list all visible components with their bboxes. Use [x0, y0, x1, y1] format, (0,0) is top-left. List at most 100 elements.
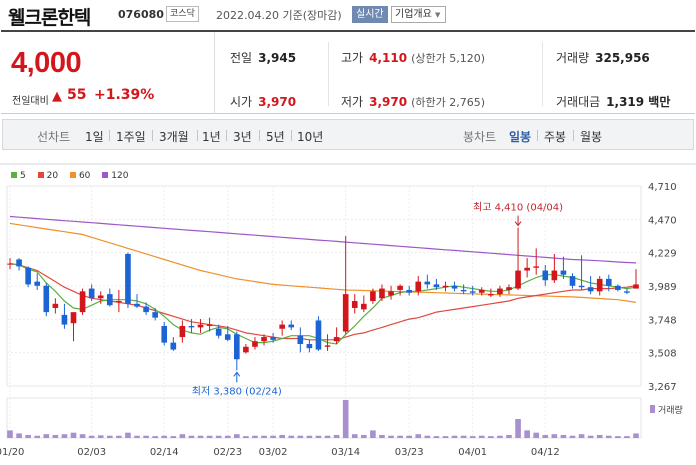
y-tick-label: 4,229 — [648, 249, 677, 260]
candle-body — [125, 253, 131, 304]
volume-bar — [379, 434, 385, 438]
candle-body — [342, 294, 349, 332]
candle-body — [25, 267, 31, 285]
volume-bar — [488, 436, 494, 438]
candle — [43, 283, 50, 317]
candle-body — [361, 303, 367, 310]
volume-bar — [424, 435, 431, 438]
candle — [70, 312, 77, 342]
candle — [243, 344, 249, 354]
candle-body — [170, 342, 177, 350]
candle-body — [560, 270, 567, 275]
volume-bar — [188, 435, 195, 438]
candle — [306, 339, 313, 353]
volume-bar — [179, 434, 186, 438]
candle — [542, 265, 549, 286]
price-chart[interactable]: 4,710 4,470 4,229 3,989 3,748 3,508 3,267 01/20… — [0, 0, 696, 465]
candle-body — [569, 276, 576, 286]
volume-bar — [388, 435, 394, 438]
candle-body — [34, 281, 41, 286]
volume-bar — [34, 435, 41, 438]
candle-body — [233, 334, 240, 360]
candle-body — [624, 291, 630, 293]
candle-body — [116, 301, 122, 303]
candle — [125, 252, 131, 308]
candle-body — [633, 284, 639, 289]
ma20-line — [9, 263, 637, 341]
candle-body — [306, 344, 313, 349]
chart-annotations: 최고 4,410 (04/04) 최저 3,380 (02/24) — [192, 202, 563, 398]
candle-body — [506, 287, 512, 290]
volume-bars — [7, 400, 639, 438]
candle-body — [460, 289, 467, 292]
volume-bar — [351, 434, 358, 438]
candle-body — [533, 266, 540, 268]
candle — [79, 288, 86, 315]
candle — [252, 337, 258, 350]
volume-bar — [134, 435, 140, 438]
volume-bar — [306, 435, 313, 438]
candle-body — [605, 278, 612, 286]
candle-body — [134, 303, 140, 307]
x-tick-label: 03/23 — [395, 447, 424, 458]
candle — [52, 298, 59, 314]
volume-bar — [524, 430, 530, 438]
volume-bar — [633, 433, 639, 438]
x-tick-label: 02/14 — [150, 447, 179, 458]
volume-bar — [442, 436, 449, 438]
candle — [361, 295, 367, 313]
candle-body — [578, 285, 585, 288]
candle — [25, 266, 31, 288]
candle-body — [7, 263, 13, 265]
candle — [143, 302, 149, 315]
candle — [342, 235, 349, 335]
volume-legend-swatch — [650, 405, 655, 413]
volume-bar — [288, 435, 295, 438]
candle — [16, 258, 22, 271]
candle-body — [179, 325, 186, 338]
candle-body — [261, 337, 267, 342]
candle-body — [542, 270, 549, 281]
volume-bar — [342, 400, 349, 438]
volume-bar — [615, 436, 621, 438]
candle-body — [424, 281, 431, 285]
volume-bar — [433, 436, 440, 438]
candle-body — [88, 288, 95, 299]
candle — [315, 316, 322, 351]
candle-body — [370, 291, 376, 302]
candle-body — [97, 295, 104, 299]
x-tick-label: 02/23 — [213, 447, 242, 458]
candle-body — [279, 324, 285, 329]
x-tick-label: 04/12 — [531, 447, 560, 458]
candle-body — [615, 285, 621, 290]
candle-body — [333, 337, 340, 342]
candle-body — [70, 312, 77, 324]
volume-bar — [106, 435, 113, 438]
volume-bar — [197, 435, 204, 438]
candle — [488, 288, 494, 297]
high-annotation: 최고 4,410 (04/04) — [473, 202, 563, 214]
x-tick-label: 02/03 — [77, 447, 106, 458]
candle-body — [270, 337, 276, 340]
candle — [34, 273, 41, 290]
ma60-line — [9, 222, 637, 303]
volume-bar — [170, 436, 177, 438]
candle — [596, 276, 603, 296]
candle-body — [206, 324, 213, 326]
volume-bar — [361, 434, 367, 438]
candle — [7, 258, 13, 270]
y-tick-label: 3,508 — [648, 349, 677, 360]
volume-bar — [624, 436, 630, 438]
volume-bar — [252, 435, 258, 438]
candle — [106, 288, 113, 307]
candle — [624, 288, 630, 295]
volume-bar — [397, 435, 403, 438]
volume-bar — [478, 435, 485, 438]
volume-bar — [215, 435, 222, 438]
candle — [424, 274, 431, 289]
candle — [279, 320, 285, 336]
volume-bar — [578, 434, 585, 438]
candle-body — [297, 335, 304, 345]
volume-bar — [261, 435, 267, 438]
candle-body — [224, 334, 231, 340]
